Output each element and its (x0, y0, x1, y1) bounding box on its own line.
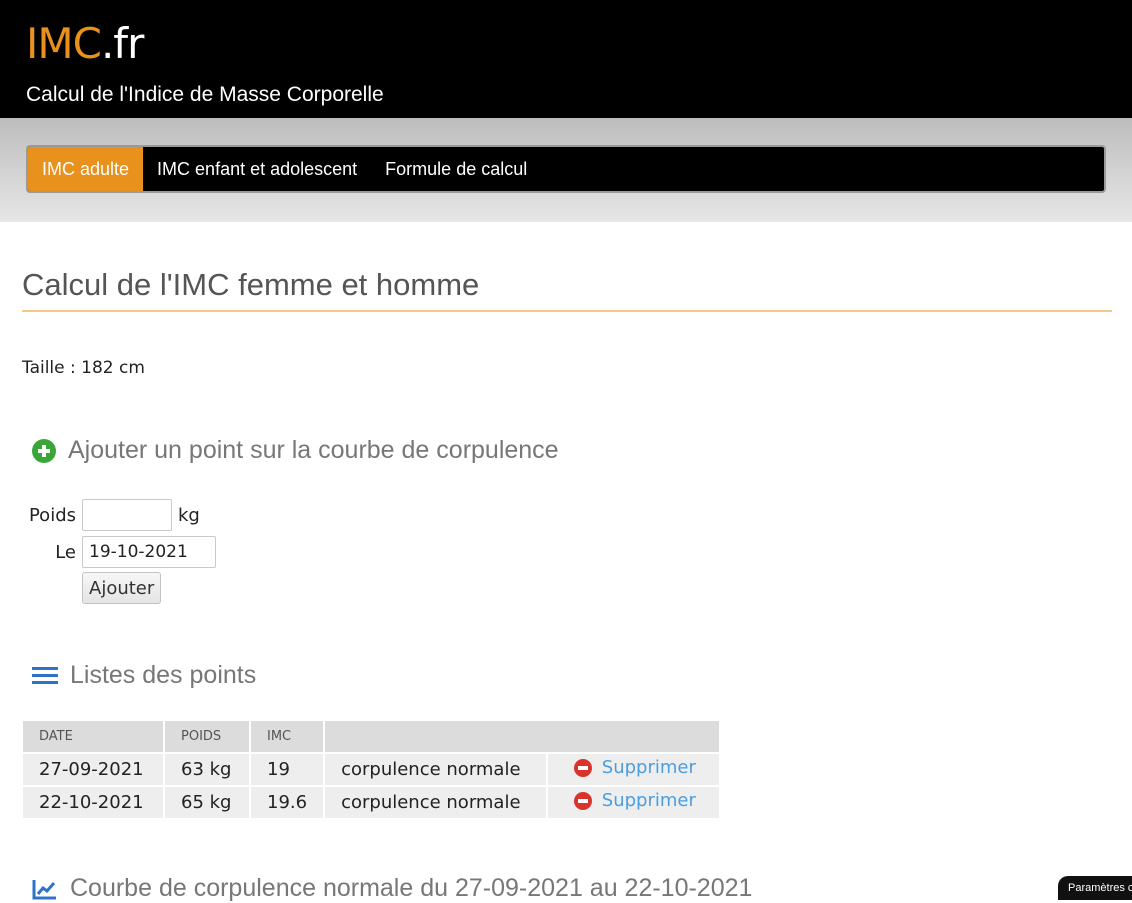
weight-row: Poids kg (22, 499, 200, 531)
nav-item-imc-adulte[interactable]: IMC adulte (28, 147, 144, 191)
cell-status: corpulence normale (324, 785, 548, 818)
add-point-button[interactable]: Ajouter (82, 572, 162, 604)
plus-circle-icon (32, 438, 56, 463)
date-row: Le (22, 536, 216, 568)
nav-item-imc-enfant[interactable]: IMC enfant et adolescent (143, 147, 371, 191)
site-tagline: Calcul de l'Indice de Masse Corporelle (26, 83, 384, 106)
delete-link-text: Supprimer (601, 757, 696, 779)
cell-imc: 19 (250, 752, 326, 786)
main-nav: IMC adulte IMC enfant et adolescent Form… (26, 145, 1106, 193)
weight-input[interactable] (82, 499, 172, 531)
weight-label: Poids (28, 504, 76, 526)
nav-item-formule[interactable]: Formule de calcul (371, 147, 541, 191)
cell-action: Supprimer (546, 752, 720, 786)
cell-poids: 63 kg (164, 752, 251, 786)
cell-date: 27-09-2021 (23, 752, 165, 786)
list-heading-text: Listes des points (70, 661, 257, 689)
cell-poids: 65 kg (164, 785, 251, 818)
date-input[interactable] (82, 536, 216, 568)
table-row: 22-10-2021 65 kg 19.6 corpulence normale… (23, 785, 720, 818)
delete-link[interactable]: Supprimer (564, 790, 696, 811)
cookie-settings-button[interactable]: Paramètres co (1058, 876, 1132, 900)
chart-heading-text: Courbe de corpulence normale du 27-09-20… (70, 874, 753, 902)
line-chart-icon (32, 879, 56, 899)
chart-heading: Courbe de corpulence normale du 27-09-20… (32, 874, 752, 903)
cell-status: corpulence normale (324, 752, 548, 786)
site-logo[interactable]: IMC.fr (26, 18, 144, 70)
logo-main: IMC (26, 19, 102, 68)
logo-tld: .fr (100, 19, 144, 68)
table-header-row: DATE POIDS IMC (23, 721, 720, 753)
page-title: Calcul de l'IMC femme et homme (22, 266, 1112, 312)
column-header-poids: POIDS (164, 721, 251, 753)
list-icon (32, 665, 58, 687)
points-table: DATE POIDS IMC 27-09-2021 63 kg 19 corpu… (23, 721, 720, 818)
delete-link-text: Supprimer (601, 790, 696, 812)
date-label: Le (55, 541, 76, 563)
add-point-heading-text: Ajouter un point sur la courbe de corpul… (68, 436, 559, 464)
cell-date: 22-10-2021 (23, 785, 165, 818)
height-display: Taille : 182 cm (22, 358, 145, 378)
cell-action: Supprimer (546, 785, 720, 818)
column-header-actions (324, 721, 720, 753)
minus-circle-icon (573, 791, 592, 810)
site-header: IMC.fr Calcul de l'Indice de Masse Corpo… (0, 0, 1132, 118)
column-header-date: DATE (23, 721, 165, 753)
list-heading: Listes des points (32, 661, 256, 690)
cell-imc: 19.6 (250, 785, 326, 818)
minus-circle-icon (573, 758, 592, 777)
column-header-imc: IMC (250, 721, 326, 753)
delete-link[interactable]: Supprimer (564, 757, 696, 778)
table-row: 27-09-2021 63 kg 19 corpulence normale S… (23, 752, 720, 786)
weight-unit: kg (178, 504, 200, 526)
add-point-heading: Ajouter un point sur la courbe de corpul… (32, 436, 559, 465)
